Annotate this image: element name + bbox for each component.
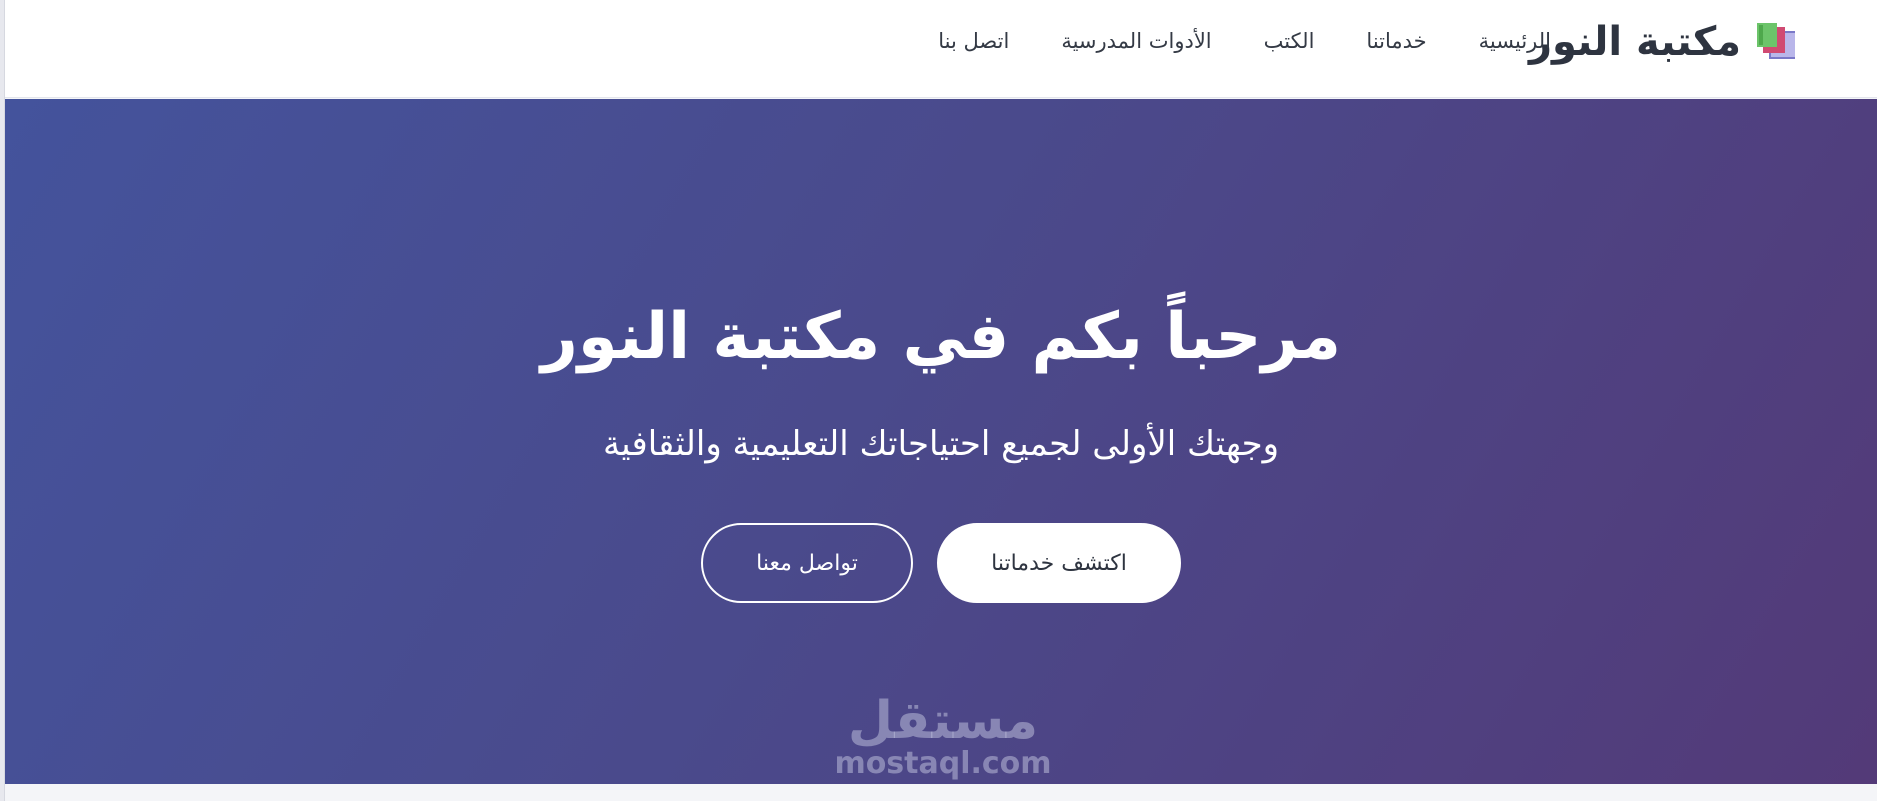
- nav-school-supplies[interactable]: الأدوات المدرسية: [1061, 29, 1211, 53]
- watermark-logo: مستقل: [847, 691, 1039, 751]
- brand-logo[interactable]: مكتبة النور: [1529, 18, 1799, 66]
- mostaql-watermark: مستقل mostaql.com: [833, 695, 1053, 784]
- hero-section: مرحباً بكم في مكتبة النور وجهتك الأولى ل…: [5, 99, 1877, 784]
- nav-contact[interactable]: اتصل بنا: [938, 29, 1009, 53]
- site-header: مكتبة النور الرئيسية خدماتنا الكتب الأدو…: [5, 0, 1877, 98]
- window-left-edge: [0, 0, 5, 801]
- nav-services[interactable]: خدماتنا: [1366, 29, 1426, 53]
- nav-home[interactable]: الرئيسية: [1479, 29, 1551, 53]
- hero-buttons: اكتشف خدماتنا تواصل معنا: [5, 523, 1877, 603]
- main-nav: الرئيسية خدماتنا الكتب الأدوات المدرسية …: [938, 26, 1551, 56]
- next-section-strip: [5, 784, 1877, 801]
- discover-services-button[interactable]: اكتشف خدماتنا: [937, 523, 1181, 603]
- contact-us-button[interactable]: تواصل معنا: [701, 523, 913, 603]
- hero-title: مرحباً بكم في مكتبة النور: [541, 300, 1341, 374]
- brand-title: مكتبة النور: [1528, 19, 1741, 65]
- watermark-url: mostaql.com: [834, 746, 1052, 781]
- books-icon: [1757, 23, 1795, 59]
- nav-books[interactable]: الكتب: [1264, 29, 1315, 53]
- hero-subtitle: وجهتك الأولى لجميع احتياجاتك التعليمية و…: [602, 424, 1280, 464]
